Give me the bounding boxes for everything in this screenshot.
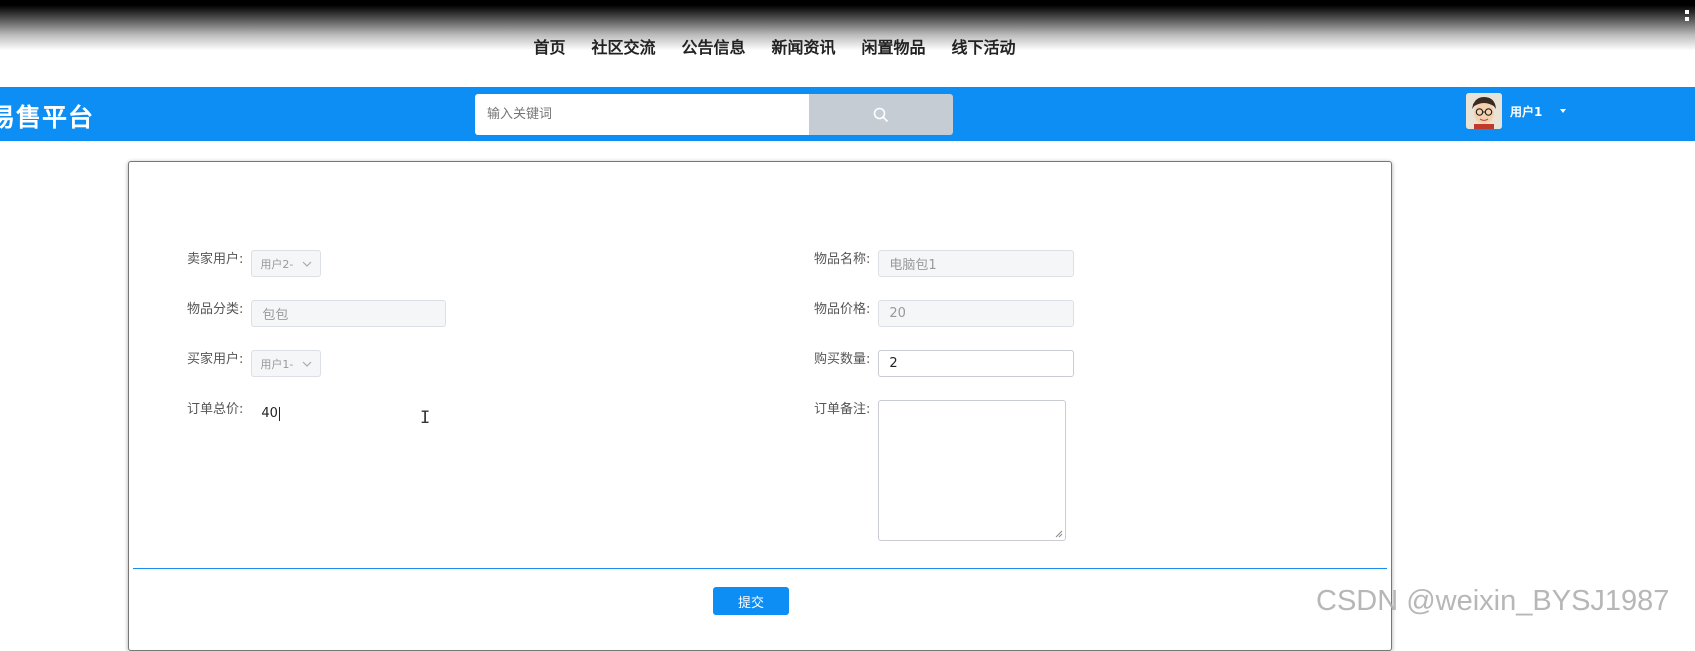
user-menu[interactable]: 用户1 — [1466, 92, 1567, 130]
field-buyer: 买家用户: 用户1- — [187, 350, 322, 377]
resize-handle-icon[interactable] — [1055, 530, 1063, 538]
nav-item-idle-items[interactable]: 闲置物品 — [862, 34, 926, 58]
nav-item-home[interactable]: 首页 — [533, 34, 565, 58]
text-caret — [278, 406, 280, 421]
remark-label: 订单备注: — [814, 402, 871, 417]
field-category: 物品分类: 包包 — [187, 300, 447, 327]
item-name-input[interactable]: 电脑包1 — [878, 250, 1075, 277]
price-label: 物品价格: — [814, 302, 871, 317]
nav-item-announcements[interactable]: 公告信息 — [681, 34, 745, 58]
ibeam-cursor-icon: I — [420, 408, 431, 428]
field-total: 订单总价: 40 — [187, 400, 446, 427]
search-input[interactable] — [475, 94, 809, 135]
username: 用户1 — [1510, 104, 1543, 119]
seller-select[interactable]: 用户2- — [251, 250, 322, 277]
total-label: 订单总价: — [187, 402, 244, 417]
field-remark: 订单备注: — [814, 400, 1067, 541]
nav-item-news[interactable]: 新闻资讯 — [772, 34, 836, 58]
field-price: 物品价格: 20 — [814, 300, 1075, 327]
chevron-down-icon — [302, 361, 312, 367]
avatar — [1466, 93, 1502, 129]
price-value: 20 — [889, 306, 906, 321]
category-input[interactable]: 包包 — [251, 300, 447, 327]
chevron-down-icon — [1560, 109, 1567, 113]
site-brand: 品易售平台 — [0, 103, 95, 132]
remark-textarea[interactable] — [878, 400, 1067, 541]
seller-label: 卖家用户: — [187, 252, 244, 267]
price-input[interactable]: 20 — [878, 300, 1075, 327]
nav-menu: 首页 社区交流 公告信息 新闻资讯 闲置物品 线下活动 — [0, 34, 1549, 58]
category-label: 物品分类: — [187, 302, 244, 317]
search-button[interactable] — [809, 94, 953, 135]
nav-item-community[interactable]: 社区交流 — [591, 34, 655, 58]
buyer-value: 用户1- — [260, 357, 294, 371]
category-value: 包包 — [262, 308, 289, 323]
chevron-down-icon — [302, 261, 312, 267]
buyer-select[interactable]: 用户1- — [251, 350, 322, 377]
top-navigation: 首页 社区交流 公告信息 新闻资讯 闲置物品 线下活动 — [0, 0, 1695, 87]
search-icon — [873, 107, 889, 122]
watermark: CSDN @weixin_BYSJ1987 — [1316, 585, 1670, 617]
buyer-label: 买家用户: — [187, 352, 244, 367]
seller-value: 用户2- — [260, 257, 294, 271]
total-value: 40 — [261, 406, 278, 421]
item-name-value: 电脑包1 — [889, 258, 937, 273]
submit-button[interactable]: 提交 — [713, 587, 789, 615]
nav-item-offline-events[interactable]: 线下活动 — [952, 34, 1016, 58]
field-quantity: 购买数量: 2 — [814, 350, 1075, 377]
site-header: 品易售平台 用户1 — [0, 87, 1695, 141]
window-dots-icon — [1685, 10, 1691, 24]
item-name-label: 物品名称: — [814, 252, 871, 267]
order-form-card: 卖家用户: 用户2- 物品分类: 包包 买家用户: 用户1- 订单总价: 40 — [128, 161, 1392, 651]
form-divider — [133, 568, 1387, 569]
quantity-input[interactable]: 2 — [878, 350, 1075, 377]
search-bar — [475, 94, 953, 135]
quantity-label: 购买数量: — [814, 352, 871, 367]
field-item-name: 物品名称: 电脑包1 — [814, 250, 1075, 277]
quantity-value: 2 — [889, 356, 898, 371]
field-seller: 卖家用户: 用户2- — [187, 250, 322, 277]
total-input[interactable]: 40 — [251, 400, 446, 427]
